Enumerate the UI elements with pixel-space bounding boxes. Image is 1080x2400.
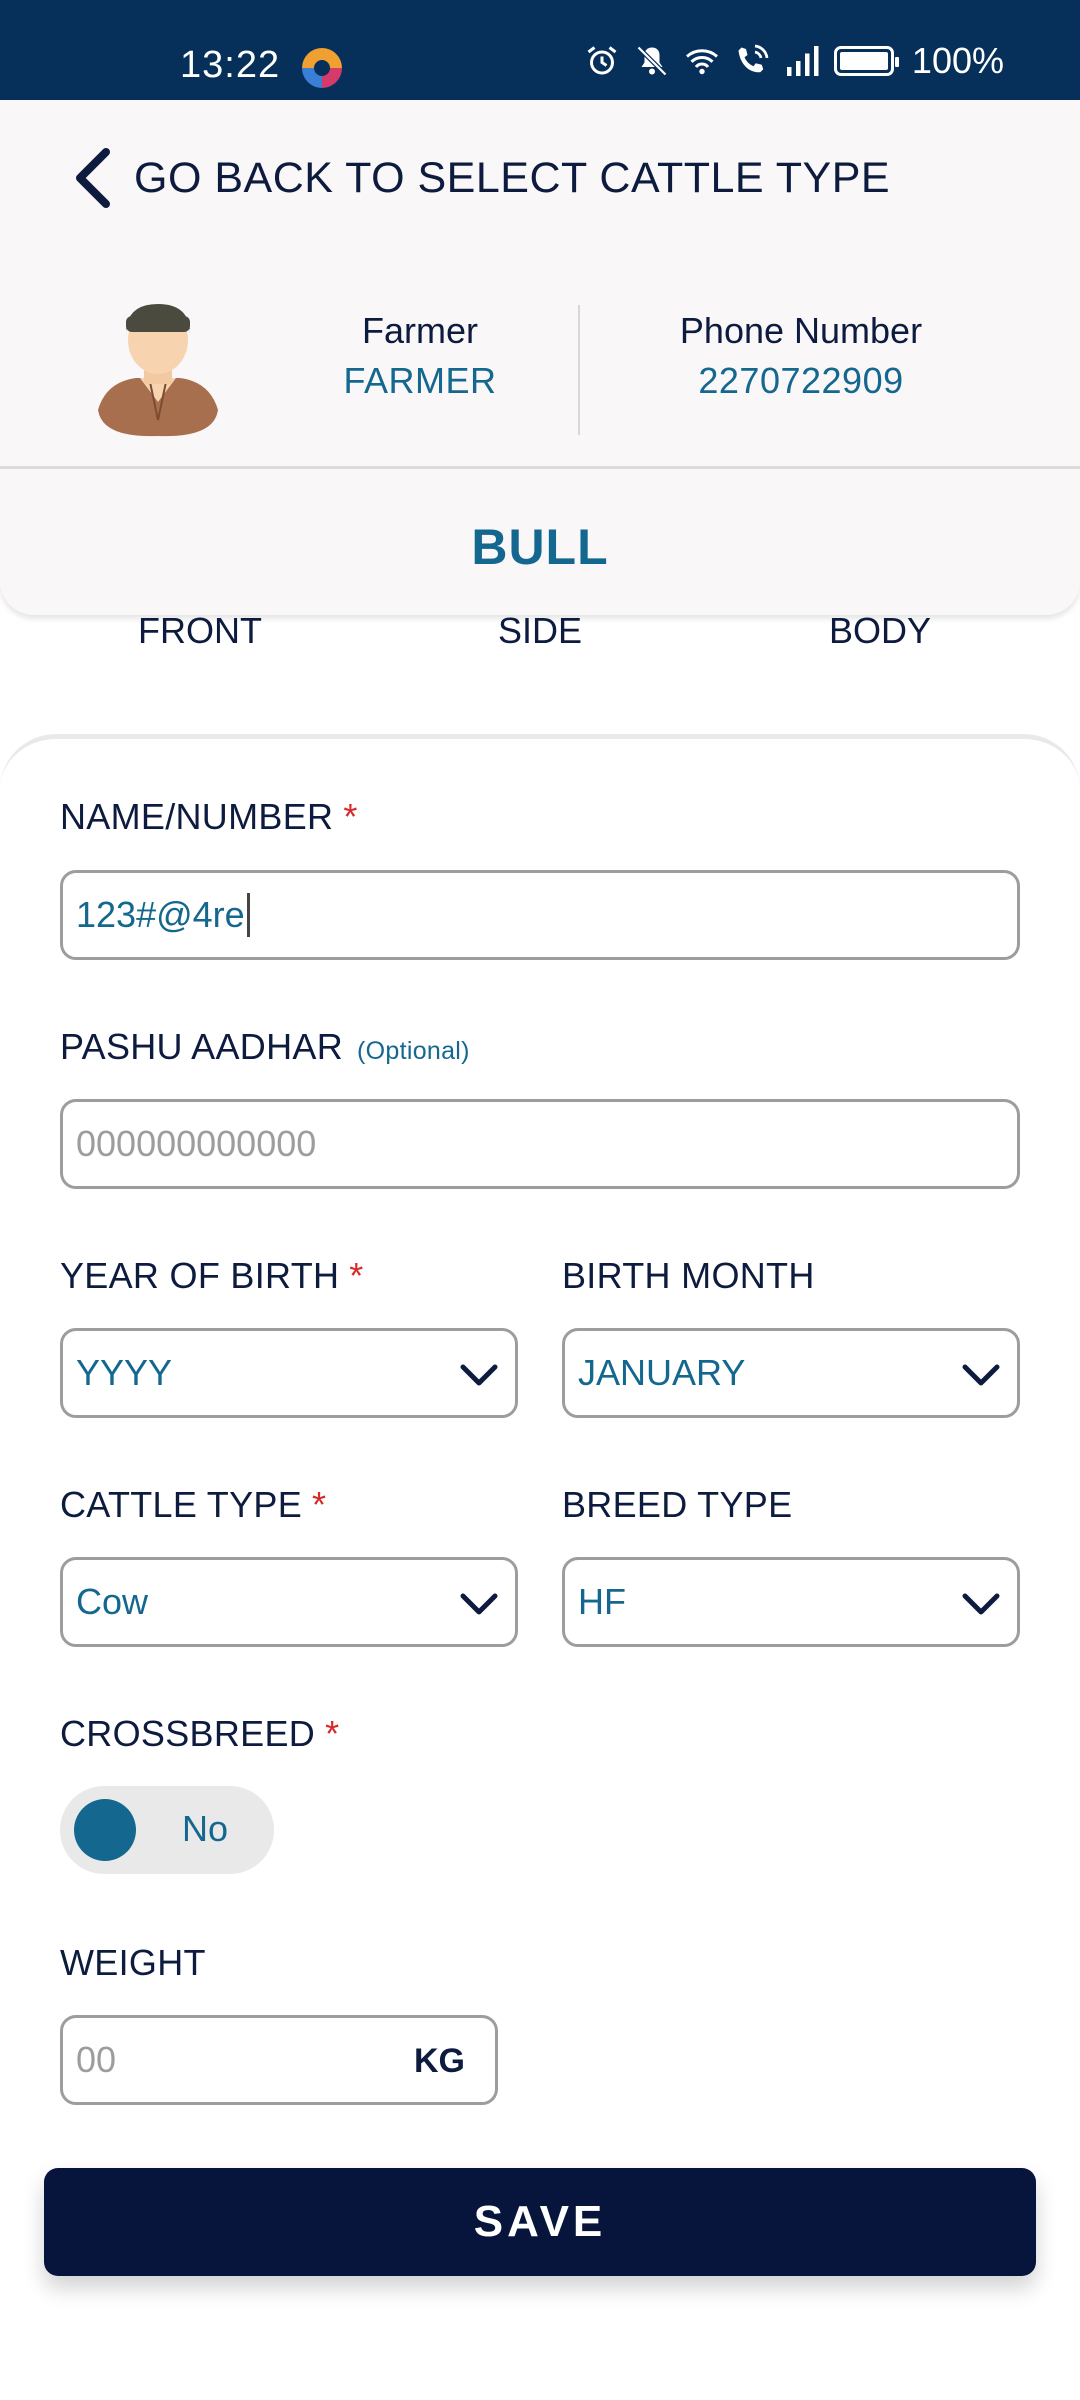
status-time: 13:22 bbox=[180, 44, 281, 86]
toggle-knob bbox=[74, 1799, 136, 1861]
cattle-type-label-text: CATTLE TYPE bbox=[60, 1484, 303, 1525]
breed-type-label: BREED TYPE bbox=[562, 1484, 793, 1525]
required-marker: * bbox=[349, 1255, 364, 1296]
text-caret bbox=[246, 893, 250, 937]
tab-body[interactable]: BODY bbox=[780, 610, 980, 652]
farmer-info: Farmer FARMER bbox=[300, 310, 540, 402]
name-number-label: NAME/NUMBER * bbox=[60, 796, 358, 838]
battery-icon bbox=[833, 46, 899, 76]
name-number-input[interactable]: 123#@4re bbox=[60, 870, 1020, 960]
tab-front[interactable]: FRONT bbox=[100, 610, 300, 652]
header-divider bbox=[0, 466, 1080, 469]
farmer-label: Farmer bbox=[362, 310, 478, 351]
vertical-divider bbox=[578, 305, 580, 435]
name-number-label-text: NAME/NUMBER bbox=[60, 796, 334, 837]
chevron-down-icon bbox=[962, 1364, 1000, 1386]
back-button[interactable]: GO BACK TO SELECT CATTLE TYPE bbox=[70, 146, 890, 210]
crossbreed-label: CROSSBREED * bbox=[60, 1713, 339, 1755]
birth-month-value: JANUARY bbox=[578, 1352, 746, 1393]
chevron-down-icon bbox=[460, 1364, 498, 1386]
weight-unit: KG bbox=[414, 2042, 465, 2080]
header-card: GO BACK TO SELECT CATTLE TYPE Farmer FAR… bbox=[0, 100, 1080, 615]
alarm-icon bbox=[587, 46, 617, 75]
phone-label: Phone Number bbox=[679, 310, 923, 351]
birth-month-select[interactable]: JANUARY bbox=[562, 1328, 1020, 1418]
crossbreed-label-text: CROSSBREED bbox=[60, 1713, 316, 1754]
required-marker: * bbox=[325, 1713, 340, 1754]
required-marker: * bbox=[312, 1484, 327, 1525]
wifi-icon bbox=[685, 49, 718, 75]
pashu-aadhar-label: PASHU AADHAR (Optional) bbox=[60, 1026, 470, 1068]
signal-icon bbox=[786, 46, 819, 76]
status-icons: 100% bbox=[584, 40, 1004, 82]
crossbreed-toggle[interactable]: No bbox=[60, 1786, 274, 1874]
weight-label: WEIGHT bbox=[60, 1942, 206, 1983]
cattle-title: BULL bbox=[471, 519, 609, 575]
wifi-call-icon bbox=[738, 44, 769, 73]
cattle-type-select[interactable]: Cow bbox=[60, 1557, 518, 1647]
chevron-left-icon bbox=[76, 148, 110, 208]
year-of-birth-select[interactable]: YYYY bbox=[60, 1328, 518, 1418]
optional-tag: (Optional) bbox=[357, 1037, 470, 1065]
app-icon bbox=[302, 48, 342, 88]
year-of-birth-label: YEAR OF BIRTH * bbox=[60, 1255, 364, 1297]
pashu-aadhar-label-text: PASHU AADHAR bbox=[60, 1026, 344, 1067]
status-bar: 13:22 100% bbox=[0, 0, 1080, 100]
chevron-down-icon bbox=[962, 1593, 1000, 1615]
farmer-value: FARMER bbox=[343, 360, 497, 401]
weight-placeholder: 00 bbox=[76, 2039, 117, 2080]
phone-value: 2270722909 bbox=[698, 360, 904, 401]
mute-icon bbox=[636, 45, 668, 77]
weight-input[interactable]: 00 KG bbox=[60, 2015, 498, 2105]
save-button[interactable]: SAVE bbox=[44, 2168, 1036, 2276]
year-of-birth-value: YYYY bbox=[76, 1352, 173, 1393]
tab-side[interactable]: SIDE bbox=[440, 610, 640, 652]
chevron-down-icon bbox=[460, 1593, 498, 1615]
phone-info: Phone Number 2270722909 bbox=[620, 310, 982, 402]
pashu-aadhar-placeholder: 000000000000 bbox=[76, 1123, 317, 1164]
view-tabs: FRONT SIDE BODY bbox=[0, 610, 1080, 660]
breed-type-value: HF bbox=[578, 1581, 626, 1622]
birth-month-label: BIRTH MONTH bbox=[562, 1255, 815, 1296]
crossbreed-value: No bbox=[182, 1808, 229, 1849]
cattle-type-label: CATTLE TYPE * bbox=[60, 1484, 326, 1526]
name-number-value: 123#@4re bbox=[76, 894, 245, 935]
back-label: GO BACK TO SELECT CATTLE TYPE bbox=[134, 153, 891, 202]
cattle-type-value: Cow bbox=[76, 1581, 149, 1622]
battery-percent: 100% bbox=[911, 40, 1004, 81]
required-marker: * bbox=[343, 796, 358, 837]
pashu-aadhar-input[interactable]: 000000000000 bbox=[60, 1099, 1020, 1189]
breed-type-select[interactable]: HF bbox=[562, 1557, 1020, 1647]
year-of-birth-label-text: YEAR OF BIRTH bbox=[60, 1255, 340, 1296]
farmer-avatar-icon bbox=[98, 304, 218, 437]
